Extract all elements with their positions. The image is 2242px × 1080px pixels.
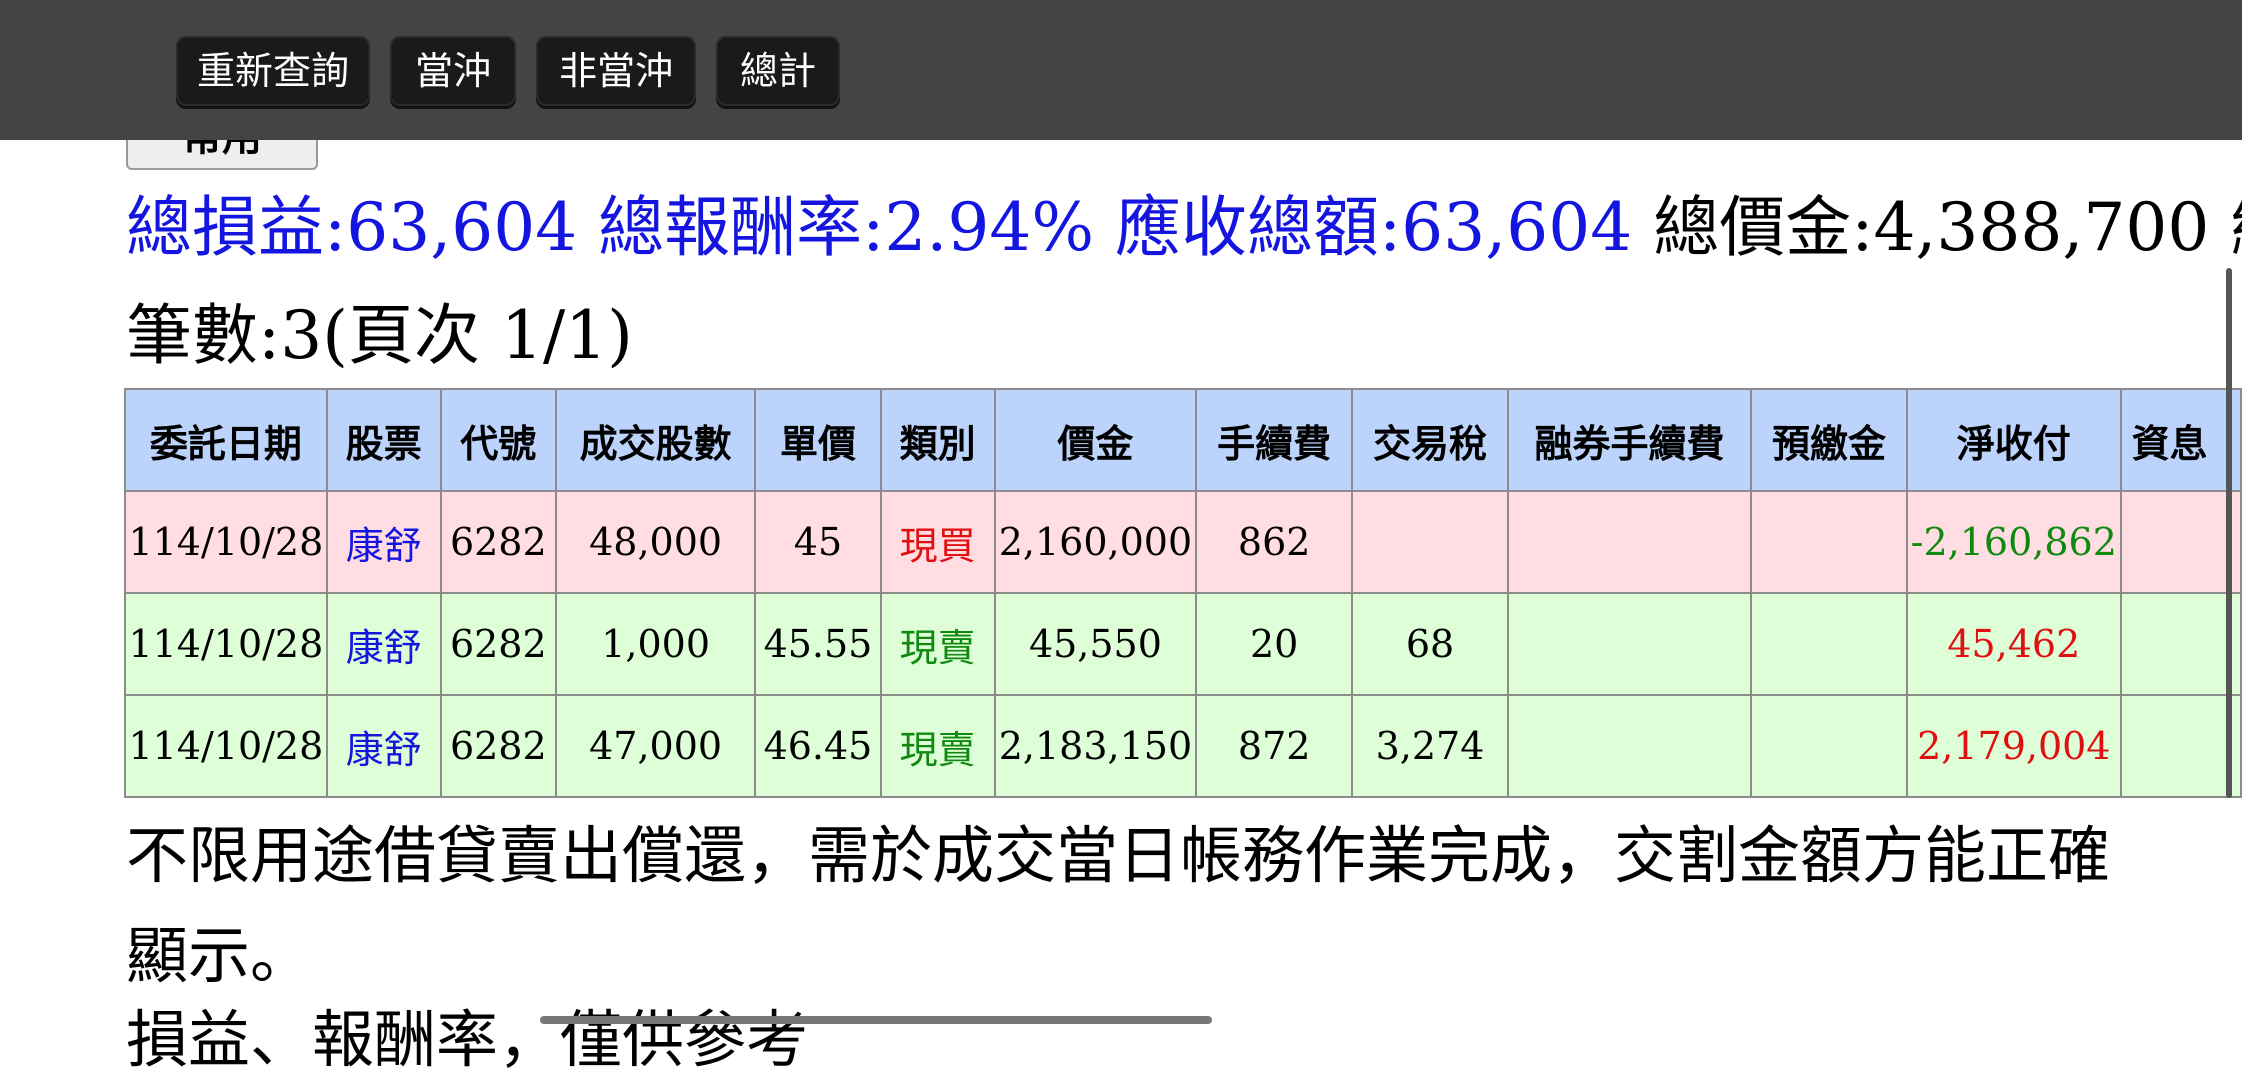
cell-shares: 48,000 [554,490,757,594]
cell-tax: 3,274 [1351,694,1509,798]
cell-short-fee [1506,490,1753,594]
cell-interest [2119,490,2242,594]
total-receivable: 應收總額:63,604 [1115,189,1633,266]
cell-code: 6282 [439,592,557,696]
col-order-date: 委託日期 [124,388,328,492]
cell-net: 45,462 [1905,592,2122,696]
cell-net: 2,179,004 [1905,694,2122,798]
horizontal-scrollbar[interactable] [540,1016,1212,1024]
cell-tax [1351,490,1509,594]
cell-kind: 現賣 [879,592,996,696]
cell-net: -2,160,862 [1905,490,2122,594]
col-short-fee: 融券手續費 [1506,388,1753,492]
cell-code: 6282 [439,694,557,798]
cell-prepay [1750,592,1908,696]
non-day-trade-button[interactable]: 非當沖 [536,36,696,106]
cell-date: 114/10/28 [124,490,328,594]
summary-overflow: 總 [2230,189,2242,266]
cell-date: 114/10/28 [124,592,328,696]
cell-price: 45.55 [754,592,882,696]
cell-stock-link[interactable]: 康舒 [325,490,442,594]
col-kind: 類別 [879,388,996,492]
total-return-rate: 總報酬率:2.94% [598,189,1095,266]
cell-short-fee [1506,694,1753,798]
total-profit: 總損益:63,604 [126,189,578,266]
cell-amount: 2,160,000 [993,490,1198,594]
table-row: 114/10/28 康舒 6282 1,000 45.55 現賣 45,550 … [124,592,2242,696]
col-fee: 手續費 [1195,388,1354,492]
cell-short-fee [1506,592,1753,696]
col-shares: 成交股數 [554,388,757,492]
col-price: 單價 [754,388,882,492]
table-row: 114/10/28 康舒 6282 47,000 46.45 現賣 2,183,… [124,694,2242,798]
col-net: 淨收付 [1905,388,2122,492]
cell-date: 114/10/28 [124,694,328,798]
cell-stock-link[interactable]: 康舒 [325,592,442,696]
col-code: 代號 [439,388,557,492]
cell-kind: 現賣 [879,694,996,798]
total-amount: 總價金:4,388,700 [1653,189,2210,266]
cell-interest [2119,592,2242,696]
cell-code: 6282 [439,490,557,594]
cell-price: 46.45 [754,694,882,798]
cell-shares: 47,000 [554,694,757,798]
cell-amount: 45,550 [993,592,1198,696]
cell-prepay [1750,694,1908,798]
settlement-note: 不限用途借貸賣出償還，需於成交當日帳務作業完成，交割金額方能正確顯示。 [126,819,2111,992]
cell-prepay [1750,490,1908,594]
cell-kind: 現買 [879,490,996,594]
vertical-scrollbar[interactable] [2226,268,2232,798]
cell-shares: 1,000 [554,592,757,696]
disclaimer-note: 損益、報酬率，僅供參考 [126,1003,809,1076]
top-toolbar: 重新查詢 當沖 非當沖 總計 [0,0,2242,140]
table-header-row: 委託日期 股票 代號 成交股數 單價 類別 價金 手續費 交易稅 融券手續費 預… [124,388,2242,492]
day-trade-button[interactable]: 當沖 [390,36,516,106]
cell-amount: 2,183,150 [993,694,1198,798]
requery-button[interactable]: 重新查詢 [176,36,370,106]
col-tax: 交易稅 [1351,388,1509,492]
col-prepay: 預繳金 [1750,388,1908,492]
col-interest: 資息 [2119,388,2242,492]
cell-stock-link[interactable]: 康舒 [325,694,442,798]
table-row: 114/10/28 康舒 6282 48,000 45 現買 2,160,000… [124,490,2242,594]
cell-tax: 68 [1351,592,1509,696]
summary-line: 總損益:63,604 總報酬率:2.94% 應收總額:63,604 總價金:4,… [126,188,2242,268]
cell-price: 45 [754,490,882,594]
col-stock: 股票 [325,388,442,492]
cell-fee: 862 [1195,490,1354,594]
col-amount: 價金 [993,388,1198,492]
cell-fee: 872 [1195,694,1354,798]
cell-interest [2119,694,2242,798]
total-button[interactable]: 總計 [716,36,840,106]
cell-fee: 20 [1195,592,1354,696]
transactions-table: 委託日期 股票 代號 成交股數 單價 類別 價金 手續費 交易稅 融券手續費 預… [124,388,2242,798]
record-count: 筆數:3(頁次 1/1) [126,297,633,374]
